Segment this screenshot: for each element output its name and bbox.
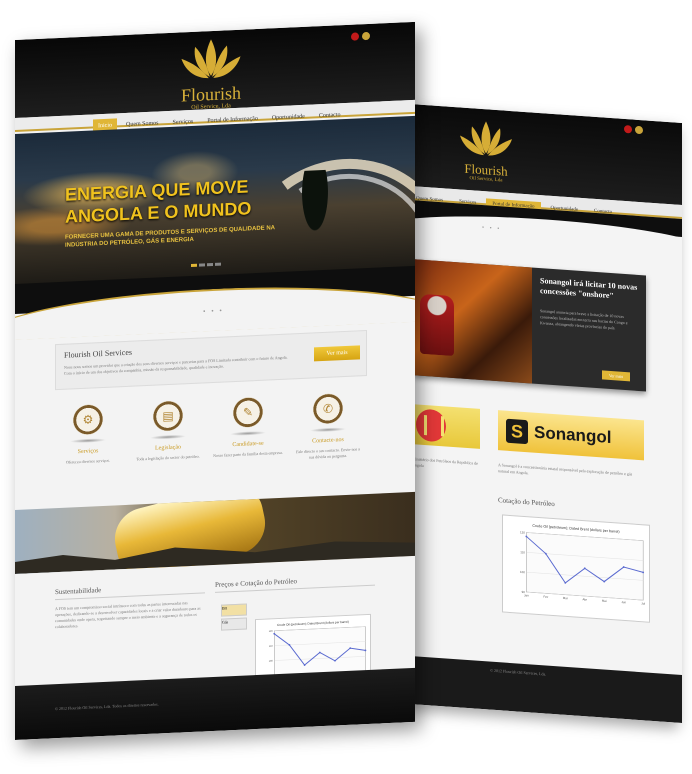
slider-dots[interactable]: • • • <box>203 307 224 316</box>
sustainability-text: A FOS tem um compromisso social intrínse… <box>55 600 201 630</box>
front-footer-text: © 2012 Flourish Oil Services, Lda. Todos… <box>55 701 159 712</box>
worker-photo <box>414 259 532 384</box>
hero-pager-dot[interactable] <box>215 262 221 266</box>
x-tick-label: Jun <box>621 600 626 604</box>
icon-shadow <box>310 426 346 433</box>
news-title[interactable]: Sonangol irá licitar 10 novas concessões… <box>540 276 638 303</box>
plot-area <box>526 532 644 601</box>
service-item[interactable]: ▤ Legislação Toda a legislação do sector… <box>133 399 203 462</box>
sustainability-title: Sustentabilidade <box>55 581 205 601</box>
ministry-emblem-icon <box>416 408 446 443</box>
hero-pager-dot[interactable] <box>207 263 213 267</box>
back-oil-chart: Crude Oil (petroleum); Dated Brent (doll… <box>502 514 650 623</box>
back-footer-text: © 2012 Flourish Oil Services, Lda. <box>490 667 547 677</box>
price-section: Preços e Cotação do Petróleo <box>215 573 375 593</box>
hero-slider: ENERGIA QUE MOVE ANGOLA E O MUNDO FORNEC… <box>15 115 415 290</box>
service-text: Ofereceu diversos serviços. <box>65 457 111 465</box>
icon-shadow <box>150 434 186 440</box>
back-chart-svg: Crude Oil (petroleum); Dated Brent (doll… <box>520 524 645 606</box>
lotus-logo-icon <box>181 39 241 79</box>
intro-more-button[interactable]: Ver mais <box>314 345 360 362</box>
service-text: Nosso fazer parte da família desta empre… <box>213 449 283 459</box>
y-tick-label: 110 <box>520 550 525 554</box>
sonangol-wordmark: Sonangol <box>534 422 612 448</box>
x-tick-label: Jan <box>524 593 529 597</box>
front-footer: © 2012 Flourish Oil Services, Lda. Todos… <box>15 667 415 740</box>
language-flags[interactable] <box>624 124 643 135</box>
gears-icon: ⚙ <box>73 404 103 436</box>
service-text: Toda a legislação do sector do petróleo. <box>136 453 200 462</box>
price-tab[interactable]: Gás <box>221 617 247 631</box>
hero-pager-dot[interactable] <box>199 263 205 267</box>
news-card: Sonangol irá licitar 10 novas concessões… <box>414 259 646 392</box>
x-tick-label: Mai <box>602 599 607 603</box>
back-chart-title: Cotação do Petróleo <box>498 496 555 509</box>
service-item[interactable]: ✆ Contacte-nos Fale directo o seu contac… <box>293 392 363 461</box>
intro-title: Flourish Oil Services <box>64 347 132 360</box>
service-title[interactable]: Candidate-se <box>213 440 283 449</box>
service-item[interactable]: ⚙ Serviços Ofereceu diversos serviços. <box>53 403 123 466</box>
y-tick-label: 120 <box>520 530 525 534</box>
intro-box: Flourish Oil Services Nous nous somos um… <box>55 330 367 391</box>
document-icon: ▤ <box>153 400 183 432</box>
chart-title: Crude Oil (petroleum); Dated Brent (doll… <box>277 620 349 627</box>
slider-dots[interactable]: • • • <box>482 225 501 232</box>
service-title[interactable]: Serviços <box>53 447 123 456</box>
y-tick-label: 120 <box>269 630 274 633</box>
news-text: Sonangol anuncia para breve a licitação … <box>540 308 628 331</box>
x-tick-label: Fev <box>543 595 548 599</box>
contact-icon: ✆ <box>313 393 343 425</box>
service-text: Fale directo o seu contacto. Envie-nos a… <box>296 446 360 460</box>
flag-en-icon[interactable] <box>362 31 370 41</box>
back-footer: © 2012 Flourish Oil Services, Lda. <box>410 656 682 724</box>
sonangol-s-icon: S <box>506 418 528 445</box>
clipboard-icon: ✎ <box>233 396 263 429</box>
y-tick-label: 100 <box>520 570 525 574</box>
x-tick-label: Mar <box>563 596 568 600</box>
ministry-caption: Ministério dos Petróleos da República de… <box>412 456 478 468</box>
pipeline-banner <box>15 491 415 574</box>
x-tick-label: Abr <box>582 597 587 601</box>
back-brand: Flourish Oil Service, Lda <box>450 161 522 187</box>
service-item[interactable]: ✎ Candidate-se Nosso fazer parte da famí… <box>213 396 283 459</box>
sonangol-logo[interactable]: S Sonangol <box>498 410 644 461</box>
sustainability-section: Sustentabilidade A FOS tem um compromiss… <box>55 581 205 630</box>
front-page-mockup: Flourish Oil Service, Lda Inicio Quem So… <box>15 21 415 740</box>
price-title: Preços e Cotação do Petróleo <box>215 573 375 593</box>
service-title[interactable]: Legislação <box>133 443 203 452</box>
icon-shadow <box>230 430 266 437</box>
chart-title: Crude Oil (petroleum); Dated Brent (doll… <box>532 524 619 534</box>
y-tick-label: 110 <box>269 645 273 648</box>
sonangol-caption: A Sonangol é a concessionária estatal re… <box>498 462 633 477</box>
plot-area <box>273 626 366 676</box>
news-more-button[interactable]: Ver mais <box>602 370 630 382</box>
hero-pager-dot[interactable] <box>191 263 197 268</box>
ministry-logo[interactable] <box>410 404 480 449</box>
lotus-logo-icon <box>460 121 512 156</box>
price-tab[interactable]: Brt <box>221 603 247 617</box>
y-tick-label: 100 <box>269 660 274 663</box>
flag-pt-icon[interactable] <box>624 124 632 134</box>
back-page-mockup: Flourish Oil Service, Lda Quem Somos Ser… <box>410 104 682 724</box>
price-tabs: Brt Gás <box>221 603 247 632</box>
flag-pt-icon[interactable] <box>351 32 359 41</box>
language-flags[interactable] <box>351 31 370 41</box>
icon-shadow <box>70 437 106 444</box>
x-tick-label: Jul <box>641 601 645 605</box>
flag-en-icon[interactable] <box>635 125 643 135</box>
service-title[interactable]: Contacte-nos <box>293 436 363 445</box>
